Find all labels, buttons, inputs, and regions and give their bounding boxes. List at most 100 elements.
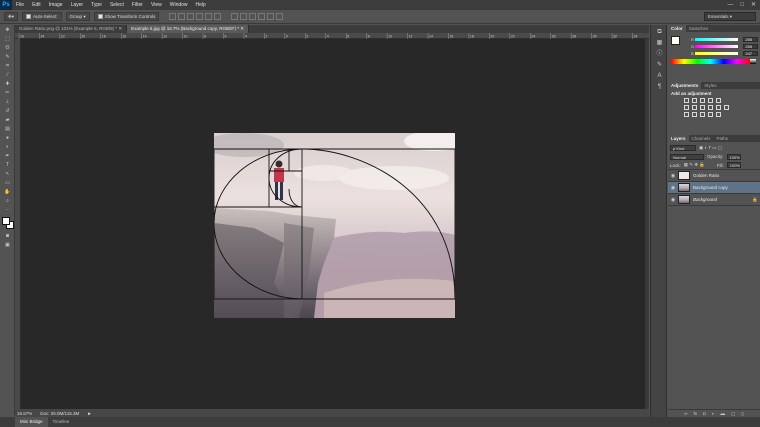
exposure-icon[interactable] (708, 98, 713, 103)
character-panel-icon[interactable]: A (654, 72, 665, 80)
layer-style-icon[interactable]: fx (694, 411, 698, 416)
crop-tool-icon[interactable]: ⌗ (2, 62, 13, 70)
minimize-button[interactable]: — (727, 0, 733, 10)
distribute-center-icon[interactable] (267, 13, 275, 20)
status-arrow-icon[interactable]: ► (87, 411, 91, 416)
menu-image[interactable]: Image (45, 0, 67, 10)
add-mask-icon[interactable]: ◘ (703, 411, 706, 416)
auto-select-checkbox[interactable]: Auto-Select: (22, 12, 62, 21)
layer-background[interactable]: ◉ Background 🔒 (668, 194, 760, 206)
show-transform-checkbox[interactable]: Show Transform Controls (93, 12, 160, 21)
quick-select-tool-icon[interactable]: ✎ (2, 53, 13, 61)
hand-tool-icon[interactable]: ✋ (2, 188, 13, 196)
close-button[interactable]: ✕ (751, 0, 756, 10)
quick-mask-icon[interactable]: ◙ (2, 232, 13, 240)
marquee-tool-icon[interactable]: ⬚ (2, 35, 13, 43)
spectrum-bw[interactable] (750, 59, 756, 64)
lasso-tool-icon[interactable]: ʘ (2, 44, 13, 52)
align-middle-icon[interactable] (178, 13, 186, 20)
move-tool-icon[interactable]: ✥ (2, 26, 13, 34)
properties-panel-icon[interactable]: ▦ (654, 39, 665, 47)
kind-filter-dropdown[interactable]: ρ Kind (670, 145, 696, 151)
tab-color[interactable]: Color (668, 25, 686, 32)
color-balance-icon[interactable] (692, 105, 697, 110)
red-slider[interactable] (695, 38, 739, 41)
tab-paths[interactable]: Paths (714, 135, 732, 142)
link-layers-icon[interactable]: ∞ (684, 411, 687, 416)
align-right-icon[interactable] (214, 13, 222, 20)
eyedropper-tool-icon[interactable]: ⁄ (2, 71, 13, 79)
vibrance-icon[interactable] (716, 98, 721, 103)
screen-mode-icon[interactable]: ▣ (2, 241, 13, 249)
curves-icon[interactable] (700, 98, 705, 103)
tab-timeline[interactable]: Timeline (48, 417, 75, 427)
visibility-eye-icon[interactable]: ◉ (668, 197, 678, 203)
maximize-button[interactable]: □ (740, 0, 744, 10)
history-brush-tool-icon[interactable]: ↺ (2, 107, 13, 115)
brush-panel-icon[interactable]: ✎ (654, 61, 665, 69)
menu-type[interactable]: Type (87, 0, 106, 10)
align-center-icon[interactable] (205, 13, 213, 20)
close-icon[interactable]: ✕ (240, 26, 244, 31)
menu-select[interactable]: Select (106, 0, 128, 10)
distribute-middle-icon[interactable] (240, 13, 248, 20)
color-lookup-icon[interactable] (724, 105, 729, 110)
paragraph-panel-icon[interactable]: ¶ (654, 83, 665, 91)
align-bottom-icon[interactable] (187, 13, 195, 20)
close-icon[interactable]: ✕ (118, 26, 122, 31)
workspace-dropdown[interactable]: Essentials ▾ (704, 12, 756, 21)
rectangle-tool-icon[interactable]: ▭ (2, 179, 13, 187)
tab-channels[interactable]: Channels (689, 135, 714, 142)
channel-mixer-icon[interactable] (716, 105, 721, 110)
blend-mode-dropdown[interactable]: Normal (670, 153, 704, 160)
zoom-level[interactable]: 16.67% (17, 411, 32, 416)
menu-edit[interactable]: Edit (28, 0, 45, 10)
invert-icon[interactable] (684, 112, 689, 117)
filter-icons[interactable]: ▣ ◐ T ▭ ▢ (699, 145, 722, 151)
r-value[interactable]: 255 (743, 37, 758, 42)
black-white-icon[interactable] (700, 105, 705, 110)
tab-styles[interactable]: Styles (701, 82, 719, 89)
pen-tool-icon[interactable]: ✒ (2, 152, 13, 160)
menu-help[interactable]: Help (192, 0, 210, 10)
green-slider[interactable] (695, 45, 739, 48)
layer-background-copy[interactable]: ◉ Background copy (668, 182, 760, 194)
tab-layers[interactable]: Layers (668, 135, 689, 142)
dodge-tool-icon[interactable]: ◐ (2, 143, 13, 151)
distribute-right-icon[interactable] (276, 13, 284, 20)
fg-bg-swatch[interactable] (671, 36, 680, 45)
opacity-field[interactable]: 100% (726, 153, 741, 160)
align-top-icon[interactable] (169, 13, 177, 20)
blue-slider[interactable] (695, 52, 739, 55)
clone-stamp-tool-icon[interactable]: ⊥ (2, 98, 13, 106)
info-panel-icon[interactable]: ⓘ (654, 50, 665, 58)
tab-mini-bridge[interactable]: Mini Bridge (15, 417, 48, 427)
distribute-bottom-icon[interactable] (249, 13, 257, 20)
vertical-scrollbar[interactable] (645, 39, 649, 409)
levels-icon[interactable] (692, 98, 697, 103)
posterize-icon[interactable] (692, 112, 697, 117)
photo-filter-icon[interactable] (708, 105, 713, 110)
move-tool-preset-button[interactable]: ✥▾ (4, 12, 19, 21)
brush-tool-icon[interactable]: ✏ (2, 89, 13, 97)
menu-view[interactable]: View (147, 0, 166, 10)
new-group-icon[interactable]: ▬ (720, 411, 725, 416)
zoom-tool-icon[interactable]: ⌕ (2, 197, 13, 205)
distribute-top-icon[interactable] (231, 13, 239, 20)
lock-icons[interactable]: ▦ ✎ ✥ 🔒 (684, 162, 714, 168)
eraser-tool-icon[interactable]: ▰ (2, 116, 13, 124)
menu-window[interactable]: Window (166, 0, 192, 10)
selective-color-icon[interactable] (716, 112, 721, 117)
color-spectrum[interactable] (671, 59, 750, 64)
brightness-icon[interactable] (684, 98, 689, 103)
type-tool-icon[interactable]: T (2, 161, 13, 169)
document-image[interactable] (214, 133, 455, 318)
hue-saturation-icon[interactable] (684, 105, 689, 110)
visibility-eye-icon[interactable]: ◉ (668, 173, 678, 179)
new-layer-icon[interactable]: ▢ (731, 411, 735, 417)
layer-golden-ratio[interactable]: ◉ Golden Ratio (668, 170, 760, 182)
menu-filter[interactable]: Filter (128, 0, 147, 10)
tab-swatches[interactable]: Swatches (686, 25, 712, 32)
visibility-eye-icon[interactable]: ◉ (668, 185, 678, 191)
menu-layer[interactable]: Layer (67, 0, 88, 10)
